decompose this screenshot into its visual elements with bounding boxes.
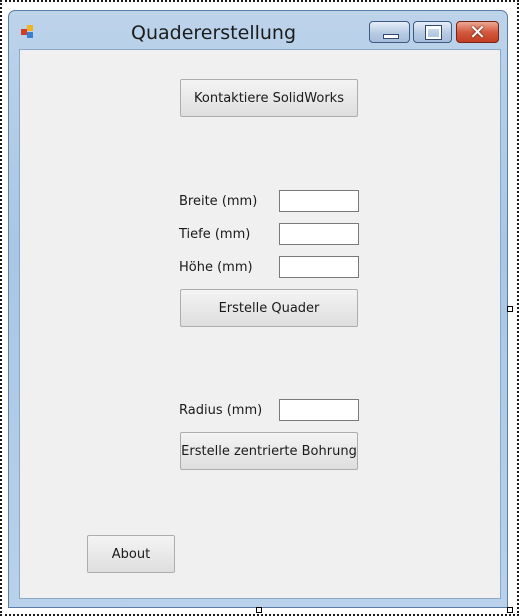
resize-handle-bottom[interactable] xyxy=(256,607,262,613)
height-input[interactable] xyxy=(279,256,359,278)
create-box-button[interactable]: Erstelle Quader xyxy=(180,289,358,327)
title-bar[interactable]: Quadererstellung ✕ xyxy=(9,11,507,47)
width-label: Breite (mm) xyxy=(179,194,258,209)
radius-label: Radius (mm) xyxy=(179,403,263,418)
about-button[interactable]: About xyxy=(87,535,175,573)
window-title: Quadererstellung xyxy=(131,22,297,44)
form-client-area: Kontaktiere SolidWorks Breite (mm) Tiefe… xyxy=(19,49,501,599)
height-label: Höhe (mm) xyxy=(179,260,253,275)
minimize-button[interactable] xyxy=(369,21,410,43)
resize-handle-corner[interactable] xyxy=(507,607,513,613)
maximize-button[interactable] xyxy=(413,21,452,43)
create-centered-hole-button[interactable]: Erstelle zentrierte Bohrung xyxy=(180,432,358,470)
contact-solidworks-button[interactable]: Kontaktiere SolidWorks xyxy=(180,79,358,117)
close-button[interactable]: ✕ xyxy=(456,20,499,44)
form-app-icon[interactable] xyxy=(21,25,35,39)
close-icon: ✕ xyxy=(469,20,486,44)
depth-input[interactable] xyxy=(279,223,359,245)
form-window: Quadererstellung ✕ Kontaktiere SolidWork… xyxy=(8,10,508,608)
depth-label: Tiefe (mm) xyxy=(179,227,251,242)
resize-handle-right[interactable] xyxy=(507,306,513,312)
width-input[interactable] xyxy=(279,190,359,212)
radius-input[interactable] xyxy=(279,399,359,421)
